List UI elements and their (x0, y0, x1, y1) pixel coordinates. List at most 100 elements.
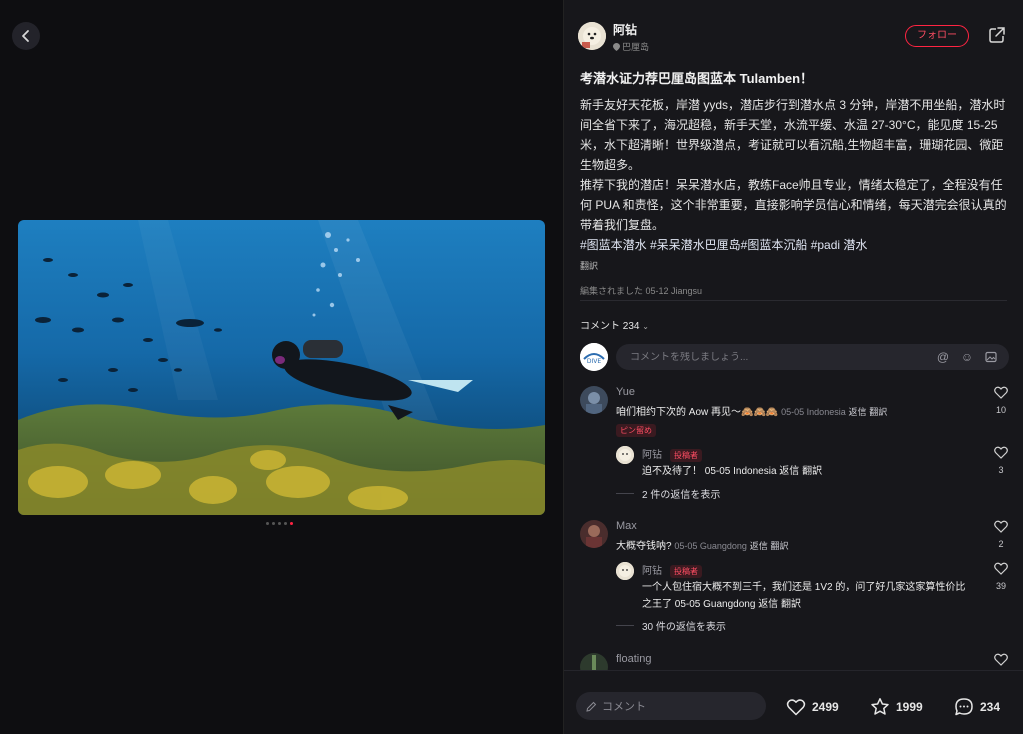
comment-input-box[interactable]: @ ☺ (616, 344, 1009, 370)
translate-button[interactable]: 翻訳 (580, 259, 598, 272)
carousel-dot[interactable] (272, 522, 275, 525)
star-icon (871, 698, 889, 715)
comment-composer: DIVE @ ☺ (580, 343, 1009, 371)
carousel-indicator (266, 522, 293, 525)
reply-like[interactable]: 39 (993, 562, 1009, 591)
comment-like[interactable]: 2 (993, 520, 1009, 549)
comment-text: 咱们相约下次的 Aow 再见～🙈🙈🙈 (616, 407, 779, 418)
chevron-down-icon: ⌄ (642, 322, 649, 331)
bottom-comment-placeholder: コメント (602, 701, 646, 713)
follow-button[interactable]: フォロー (905, 25, 969, 47)
chevron-left-icon (22, 30, 29, 42)
favorite-total: 1999 (896, 700, 923, 714)
heart-icon[interactable] (994, 446, 1008, 459)
reply-item: 阿钻 投稿者 迫不及待了！ 05-05 Indonesia 返信 翻訳 3 (616, 446, 1009, 486)
commenter-avatar[interactable] (580, 520, 608, 548)
like-count: 39 (995, 581, 1006, 591)
emoji-icon[interactable]: ☺ (959, 349, 975, 365)
heart-icon[interactable] (994, 520, 1008, 533)
share-icon[interactable] (988, 26, 1006, 44)
location-pin-icon (613, 42, 620, 51)
reply-button[interactable]: 返信 (849, 407, 867, 417)
comment-total: 234 (980, 700, 1001, 714)
reply-text-row: 一个人包住宿大概不到三千，我们还是 1V2 的，问了好几家这家算性价比之王了 0… (642, 579, 972, 613)
comment-meta: 05-05 Indonesia (781, 407, 846, 417)
like-button[interactable]: 2499 (786, 697, 839, 717)
reply-text: 迫不及待了！ (642, 466, 702, 477)
favorite-button[interactable]: 1999 (870, 697, 923, 717)
like-total: 2499 (812, 700, 839, 714)
translate-button[interactable]: 翻訳 (770, 541, 788, 551)
translate-button[interactable]: 翻訳 (802, 466, 822, 477)
commenter-name[interactable]: Yue (616, 386, 635, 398)
reply-text-row: 迫不及待了！ 05-05 Indonesia 返信 翻訳 (642, 463, 972, 480)
post-content: 考潜水证力荐巴厘岛图蓝本 Tulamben！ 新手友好天花板，岸潜 yyds，潜… (580, 68, 1010, 297)
comment-item: Yue 咱们相约下次的 Aow 再见～🙈🙈🙈 05-05 Indonesia 返… (580, 386, 1009, 506)
comments-count-label: コメント 234 (580, 321, 640, 332)
reply-item: 阿钻 投稿者 一个人包住宿大概不到三千，我们还是 1V2 的，问了好几家这家算性价… (616, 562, 1009, 614)
heart-icon[interactable] (994, 562, 1008, 575)
heart-icon[interactable] (994, 653, 1008, 666)
commenter-name[interactable]: Max (616, 520, 637, 532)
author-avatar[interactable] (578, 22, 606, 50)
back-button[interactable] (12, 22, 40, 50)
carousel-dot[interactable] (278, 522, 281, 525)
author-header: 阿钻 巴厘岛 フォロー (578, 20, 1009, 54)
bottom-comment-input[interactable]: コメント (576, 692, 766, 720)
reply-button[interactable]: 返信 (758, 599, 778, 610)
comment-like[interactable] (993, 653, 1009, 671)
replier-avatar[interactable] (616, 446, 634, 464)
pinned-badge: ピン留め (616, 424, 656, 437)
comments-sort-toggle[interactable]: コメント 234 ⌄ (580, 317, 649, 332)
translate-button[interactable]: 翻訳 (869, 407, 887, 417)
replier-avatar[interactable] (616, 562, 634, 580)
post-hashtags[interactable]: #图蓝本潜水 #呆呆潜水巴厘岛#图蓝本沉船 #padi 潜水 (580, 235, 1010, 255)
replier-name[interactable]: 阿钻 (642, 566, 662, 577)
current-user-avatar: DIVE (580, 343, 608, 371)
post-body: 新手友好天花板，岸潜 yyds，潜店步行到潜水点 3 分钟，岸潜不用坐船，潜水时… (580, 95, 1010, 235)
author-location: 巴厘岛 (613, 40, 649, 53)
translate-button[interactable]: 翻訳 (781, 599, 801, 610)
heart-icon[interactable] (994, 386, 1008, 399)
like-count: 10 (995, 405, 1006, 415)
image-icon[interactable] (983, 349, 999, 365)
reply-button[interactable]: 返信 (779, 466, 799, 477)
author-badge: 投稿者 (670, 565, 702, 578)
bottom-action-bar: コメント 2499 1999 234 (564, 670, 1023, 734)
svg-text:DIVE: DIVE (587, 358, 601, 365)
reply-button[interactable]: 返信 (750, 541, 768, 551)
author-name[interactable]: 阿钻 (613, 21, 637, 38)
post-title: 考潜水证力荐巴厘岛图蓝本 Tulamben！ (580, 71, 814, 86)
post-photo[interactable] (18, 220, 545, 515)
media-viewer (0, 0, 563, 734)
post-paragraph: 推荐下我的潜店！呆呆潜水店，教练Face帅且专业，情绪太稳定了，全程没有任何 P… (580, 178, 1007, 232)
comment-meta: 05-05 Guangdong (674, 541, 747, 551)
comment-input[interactable] (630, 351, 935, 363)
carousel-dot-active[interactable] (290, 522, 293, 525)
section-divider (580, 300, 1007, 301)
comment-button[interactable]: 234 (954, 697, 1000, 717)
carousel-dot[interactable] (284, 522, 287, 525)
commenter-avatar[interactable] (580, 386, 608, 414)
commenter-name[interactable]: floating (616, 653, 651, 665)
comment-like[interactable]: 10 (993, 386, 1009, 415)
post-detail-panel: 阿钻 巴厘岛 フォロー 考潜水证力荐巴厘岛图蓝本 Tulamben！ 新手友好天… (563, 0, 1023, 734)
reply-like[interactable]: 3 (993, 446, 1009, 475)
heart-icon (786, 699, 806, 716)
show-replies-button[interactable]: 2 件の返信を表示 (616, 486, 720, 501)
replier-name-row: 阿钻 投稿者 (642, 562, 702, 578)
carousel-dot[interactable] (266, 522, 269, 525)
pencil-icon (586, 701, 597, 712)
reply-meta: 05-05 Guangdong (674, 599, 756, 610)
author-badge: 投稿者 (670, 449, 702, 462)
replier-name[interactable]: 阿钻 (642, 450, 662, 461)
underwater-photo (18, 220, 545, 515)
comment-text: 大概夺钱呐? (616, 541, 672, 552)
mention-icon[interactable]: @ (935, 349, 951, 365)
location-label: 巴厘岛 (622, 42, 650, 52)
replier-name-row: 阿钻 投稿者 (642, 446, 702, 462)
show-replies-button[interactable]: 30 件の返信を表示 (616, 618, 726, 633)
like-count: 3 (998, 465, 1004, 475)
edited-timestamp: 編集されました 05-12 Jiangsu (580, 286, 703, 296)
like-count: 2 (998, 539, 1004, 549)
